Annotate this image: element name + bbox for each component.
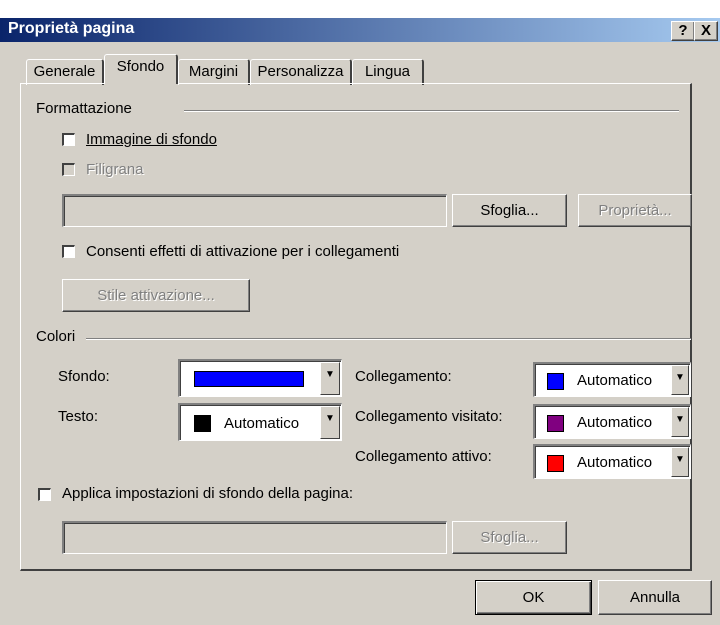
background-toolbar-strip bbox=[0, 0, 720, 18]
background-color-combo[interactable]: ▼ bbox=[178, 359, 342, 397]
tab-personalizza[interactable]: Personalizza bbox=[250, 59, 352, 85]
watermark-label: Filigrana bbox=[86, 161, 144, 178]
active-hyperlink-color-value: Automatico bbox=[577, 454, 653, 471]
chevron-down-icon[interactable]: ▼ bbox=[320, 362, 340, 395]
chevron-down-icon[interactable]: ▼ bbox=[320, 406, 340, 439]
browse-button[interactable]: Sfoglia... bbox=[452, 194, 567, 227]
help-button[interactable]: ? bbox=[671, 21, 695, 41]
background-image-checkbox[interactable] bbox=[62, 133, 75, 146]
cancel-button[interactable]: Annulla bbox=[598, 580, 712, 615]
image-path-field[interactable] bbox=[62, 194, 447, 227]
visited-hyperlink-color-value: Automatico bbox=[577, 414, 653, 431]
formatting-divider bbox=[184, 110, 679, 112]
apply-background-path-field[interactable] bbox=[62, 521, 447, 554]
text-color-value: Automatico bbox=[224, 415, 300, 432]
ok-button[interactable]: OK bbox=[475, 580, 592, 615]
chevron-down-icon[interactable]: ▼ bbox=[671, 407, 689, 437]
background-color-swatch bbox=[194, 371, 304, 387]
background-image-text: Immagine di sfondo bbox=[86, 131, 217, 148]
hyperlink-color-label: Collegamento: bbox=[355, 368, 452, 385]
active-hyperlink-color-label: Collegamento attivo: bbox=[355, 448, 492, 465]
rollover-effects-label[interactable]: Consenti effetti di attivazione per i co… bbox=[86, 243, 399, 260]
apply-background-checkbox[interactable] bbox=[38, 488, 51, 501]
apply-background-label[interactable]: Applica impostazioni di sfondo della pag… bbox=[62, 485, 353, 502]
chevron-down-icon[interactable]: ▼ bbox=[671, 447, 689, 477]
tab-lingua[interactable]: Lingua bbox=[352, 59, 424, 85]
rollover-effects-checkbox[interactable] bbox=[62, 245, 75, 258]
text-color-swatch bbox=[194, 415, 211, 432]
active-hyperlink-color-swatch bbox=[547, 455, 564, 472]
watermark-checkbox[interactable] bbox=[62, 163, 75, 176]
active-hyperlink-color-combo[interactable]: Automatico ▼ bbox=[533, 444, 691, 479]
colors-divider bbox=[86, 338, 691, 340]
visited-hyperlink-color-combo[interactable]: Automatico ▼ bbox=[533, 404, 691, 439]
text-color-combo[interactable]: Automatico ▼ bbox=[178, 403, 342, 441]
formatting-group-label: Formattazione bbox=[36, 100, 132, 117]
background-color-label: Sfondo: bbox=[58, 368, 110, 385]
tab-margini[interactable]: Margini bbox=[178, 59, 250, 85]
hyperlink-color-swatch bbox=[547, 373, 564, 390]
chevron-down-icon[interactable]: ▼ bbox=[671, 365, 689, 395]
title-bar: Proprietà pagina ? X bbox=[0, 18, 720, 42]
tab-sfondo[interactable]: Sfondo bbox=[104, 54, 178, 84]
visited-hyperlink-color-swatch bbox=[547, 415, 564, 432]
window-title: Proprietà pagina bbox=[8, 20, 135, 37]
close-button[interactable]: X bbox=[694, 21, 718, 41]
apply-background-browse-button[interactable]: Sfoglia... bbox=[452, 521, 567, 554]
properties-button[interactable]: Proprietà... bbox=[578, 194, 692, 227]
background-image-label[interactable]: Immagine di sfondo bbox=[86, 131, 217, 148]
text-color-label: Testo: bbox=[58, 408, 99, 425]
tab-generale[interactable]: Generale bbox=[26, 59, 104, 85]
rollover-style-button[interactable]: Stile attivazione... bbox=[62, 279, 250, 312]
visited-hyperlink-color-label: Collegamento visitato: bbox=[355, 408, 503, 425]
colors-group-label: Colori bbox=[36, 328, 76, 345]
hyperlink-color-value: Automatico bbox=[577, 372, 653, 389]
hyperlink-color-combo[interactable]: Automatico ▼ bbox=[533, 362, 691, 397]
